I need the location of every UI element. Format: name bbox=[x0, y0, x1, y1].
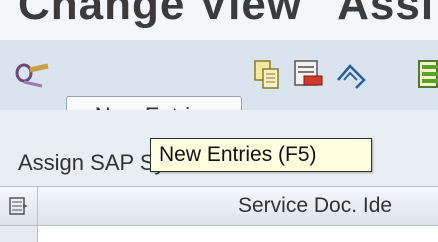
edit-pencil-icon[interactable] bbox=[10, 56, 54, 101]
select-all-icon[interactable] bbox=[418, 60, 438, 95]
column-settings-icon bbox=[9, 196, 29, 221]
table-body bbox=[0, 226, 438, 242]
new-entries-tooltip: New Entries (F5) bbox=[150, 138, 372, 172]
copy-icon[interactable] bbox=[254, 60, 280, 95]
application-toolbar: New Entries bbox=[0, 40, 438, 136]
screen-title: Change View "Assi bbox=[18, 0, 435, 29]
undo-icon[interactable] bbox=[334, 60, 368, 95]
delete-icon[interactable] bbox=[294, 60, 324, 95]
screen-title-bar: Change View "Assi bbox=[0, 0, 438, 40]
row-selector-cell[interactable] bbox=[0, 226, 38, 242]
table-header: Service Doc. Ide bbox=[0, 186, 438, 226]
select-all-rows-button[interactable] bbox=[0, 187, 38, 225]
column-header-service-doc-id[interactable]: Service Doc. Ide bbox=[238, 187, 392, 225]
